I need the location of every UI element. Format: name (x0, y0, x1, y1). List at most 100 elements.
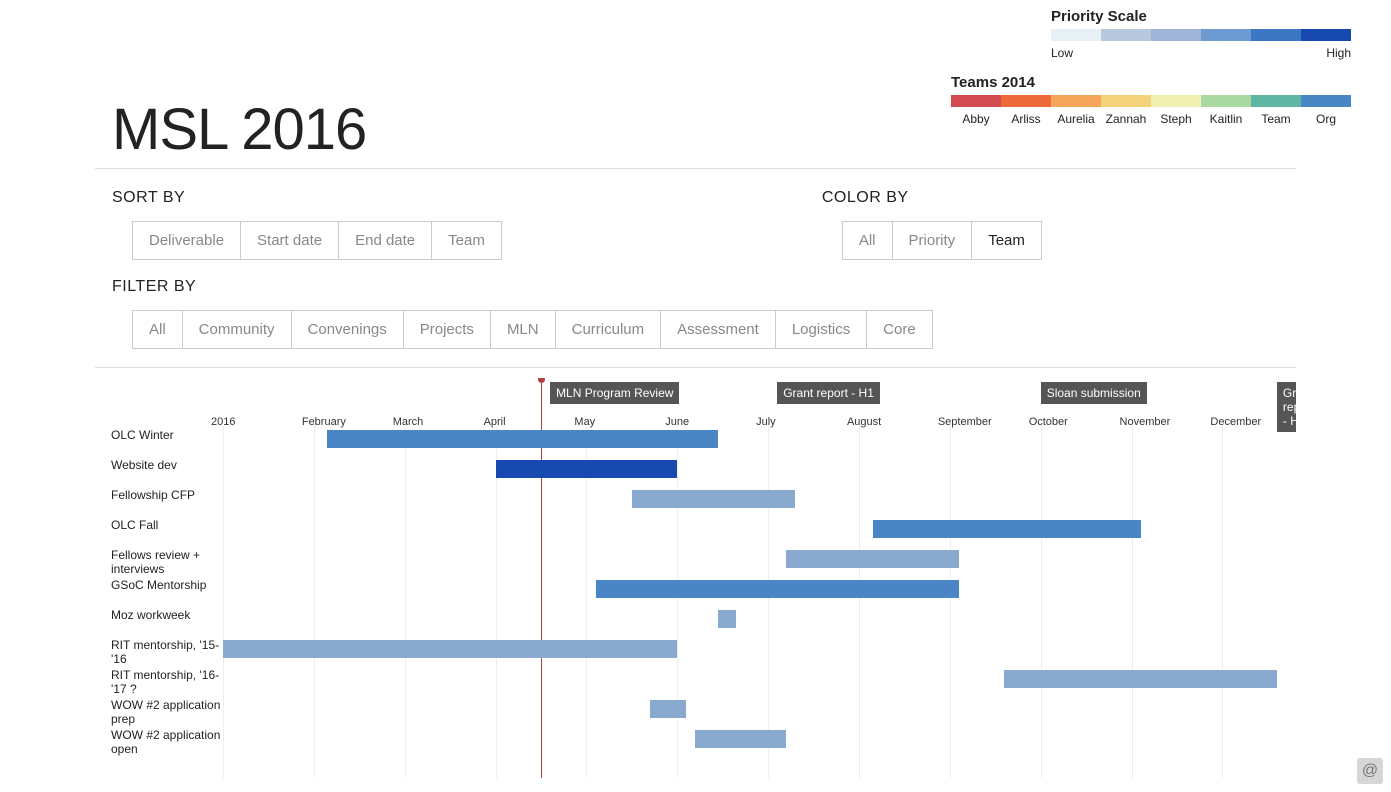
gridline (314, 426, 315, 778)
color-button-all[interactable]: All (842, 221, 893, 260)
filter-button-projects[interactable]: Projects (403, 310, 491, 349)
row-label: GSoC Mentorship (111, 578, 223, 592)
filter-button-group: AllCommunityConveningsProjectsMLNCurricu… (132, 310, 933, 349)
legend-high-label: High (1326, 46, 1351, 60)
priority-swatch (1101, 29, 1151, 41)
color-button-team[interactable]: Team (971, 221, 1042, 260)
team-label: Team (1261, 112, 1290, 126)
milestone: MLN Program Review (550, 382, 679, 404)
gantt-bar[interactable] (327, 430, 718, 448)
team-swatch (951, 95, 1001, 107)
legend-priority: Priority Scale Low High (1051, 8, 1351, 60)
gantt-bar[interactable] (223, 640, 677, 658)
gridline (1132, 426, 1133, 778)
sort-button-team[interactable]: Team (431, 221, 502, 260)
priority-swatch (1251, 29, 1301, 41)
month-label: September (938, 416, 992, 428)
gantt-bar[interactable] (632, 490, 796, 508)
priority-swatch (1201, 29, 1251, 41)
page-title: MSL 2016 (112, 96, 366, 163)
gridline (950, 426, 951, 778)
month-label: April (484, 416, 506, 428)
team-swatch (1101, 95, 1151, 107)
legend-teams: Teams 2014 AbbyArlissAureliaZannahStephK… (951, 74, 1351, 126)
gantt-chart: 2016 February March April May June July August S… (95, 378, 1296, 778)
team-swatch (1001, 95, 1051, 107)
gridline (405, 426, 406, 778)
sort-button-deliverable[interactable]: Deliverable (132, 221, 241, 260)
row-label: Moz workweek (111, 608, 223, 622)
filter-button-core[interactable]: Core (866, 310, 933, 349)
team-swatch (1301, 95, 1351, 107)
today-marker (538, 378, 545, 383)
month-label: June (665, 416, 689, 428)
divider (95, 367, 1296, 368)
month-label: August (847, 416, 881, 428)
sort-heading: SORT BY (112, 189, 502, 207)
row-label: Website dev (111, 458, 223, 472)
priority-swatch (1051, 29, 1101, 41)
team-label: Kaitlin (1210, 112, 1243, 126)
gridline (496, 426, 497, 778)
gantt-bar[interactable] (695, 730, 786, 748)
gantt-bar[interactable] (1004, 670, 1277, 688)
filter-button-mln[interactable]: MLN (490, 310, 556, 349)
row-label: OLC Winter (111, 428, 223, 442)
row-label: RIT mentorship, '16-'17 ? (111, 668, 223, 696)
gantt-bar[interactable] (786, 550, 959, 568)
team-label: Steph (1160, 112, 1191, 126)
gantt-bar[interactable] (718, 610, 736, 628)
color-button-priority[interactable]: Priority (892, 221, 973, 260)
sort-button-end-date[interactable]: End date (338, 221, 432, 260)
gridline (859, 426, 860, 778)
milestone: Sloan submission (1041, 382, 1147, 404)
gridline (1041, 426, 1042, 778)
filter-button-community[interactable]: Community (182, 310, 292, 349)
team-swatch (1051, 95, 1101, 107)
gridline (677, 426, 678, 778)
gridline (1222, 426, 1223, 778)
row-label: WOW #2 application open (111, 728, 223, 756)
filter-button-convenings[interactable]: Convenings (291, 310, 404, 349)
month-label: December (1210, 416, 1261, 428)
milestone: Grant report - H1 (777, 382, 880, 404)
filter-button-logistics[interactable]: Logistics (775, 310, 867, 349)
team-label: Arliss (1011, 112, 1040, 126)
filter-heading: FILTER BY (112, 278, 933, 296)
month-label: 2016 (211, 416, 235, 428)
month-label: July (756, 416, 776, 428)
filter-button-all[interactable]: All (132, 310, 183, 349)
gantt-bar[interactable] (596, 580, 959, 598)
filter-button-curriculum[interactable]: Curriculum (555, 310, 662, 349)
month-label: February (302, 416, 346, 428)
gridline (768, 426, 769, 778)
month-label: March (393, 416, 424, 428)
sort-button-start-date[interactable]: Start date (240, 221, 339, 260)
row-label: OLC Fall (111, 518, 223, 532)
at-icon[interactable]: @ (1357, 758, 1383, 784)
milestone: Grant report - H2 (1277, 382, 1296, 432)
gantt-bar[interactable] (496, 460, 678, 478)
priority-swatch (1151, 29, 1201, 41)
team-label: Aurelia (1057, 112, 1094, 126)
team-swatch (1151, 95, 1201, 107)
sort-button-group: DeliverableStart dateEnd dateTeam (132, 221, 502, 260)
gantt-bar[interactable] (650, 700, 686, 718)
filter-button-assessment[interactable]: Assessment (660, 310, 776, 349)
row-label: RIT mentorship, '15-'16 (111, 638, 223, 666)
legend-teams-title: Teams 2014 (951, 74, 1351, 91)
legend-low-label: Low (1051, 46, 1073, 60)
team-swatch (1201, 95, 1251, 107)
row-label: Fellows review + interviews (111, 548, 223, 576)
gantt-bar[interactable] (873, 520, 1141, 538)
month-label: October (1029, 416, 1068, 428)
color-heading: COLOR BY (822, 189, 1042, 207)
gridline (586, 426, 587, 778)
team-swatch (1251, 95, 1301, 107)
month-label: November (1120, 416, 1171, 428)
color-button-group: AllPriorityTeam (842, 221, 1042, 260)
priority-swatch (1301, 29, 1351, 41)
gridline (223, 426, 224, 778)
month-label: May (574, 416, 595, 428)
row-label: Fellowship CFP (111, 488, 223, 502)
